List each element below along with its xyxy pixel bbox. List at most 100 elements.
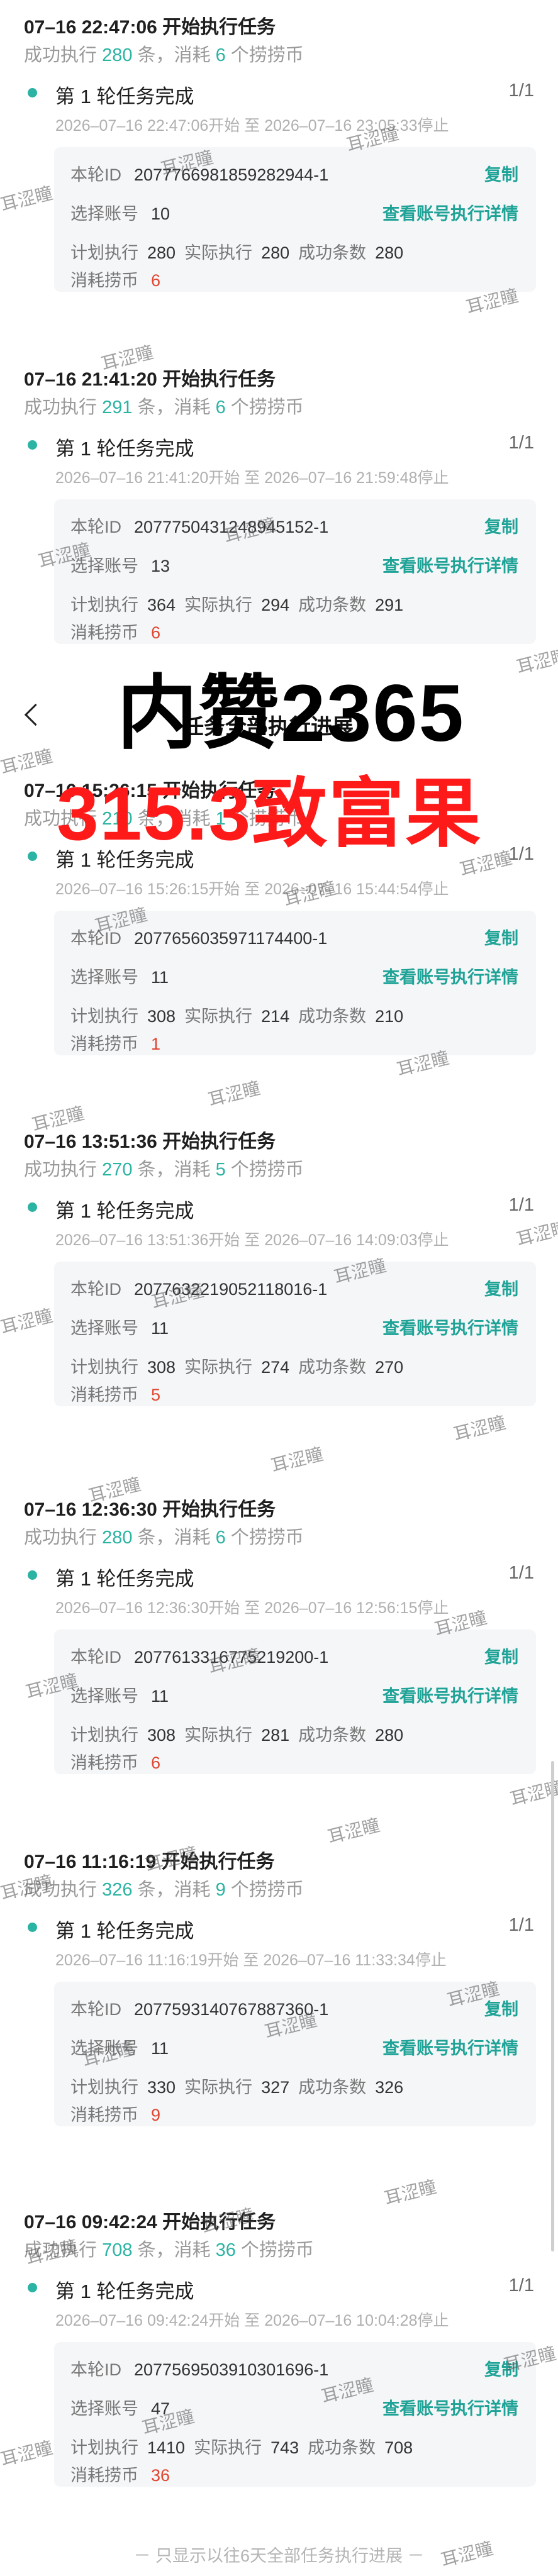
round-id-label: 本轮ID	[70, 2000, 121, 2019]
cost-value: 6	[151, 623, 161, 642]
planned-label: 计划执行	[70, 596, 138, 614]
accounts-label: 选择账号	[70, 1319, 138, 1338]
cost-label: 消耗捞币	[70, 2466, 138, 2485]
actual-label: 实际执行	[184, 1007, 253, 1026]
round-time: 2026–07–16 21:41:20开始 至 2026–07–16 21:59…	[55, 469, 449, 487]
accounts-label: 选择账号	[70, 204, 138, 223]
cost-value: 6	[151, 1753, 161, 1772]
round-time: 2026–07–16 15:26:15开始 至 2026–07–16 15:44…	[55, 880, 449, 898]
success-value: 280	[375, 1726, 404, 1745]
view-account-detail-button[interactable]: 查看账号执行详情	[382, 552, 518, 577]
task-summary: 成功执行 280 条，消耗 6 个捞捞币	[24, 45, 304, 65]
round-id-label: 本轮ID	[70, 518, 121, 536]
view-account-detail-button[interactable]: 查看账号执行详情	[382, 200, 518, 225]
planned-value: 308	[147, 1007, 176, 1026]
watermark: 耳涩瞳	[382, 2177, 438, 2209]
cost-value: 9	[151, 2106, 161, 2124]
round-count: 1/1	[508, 2275, 534, 2296]
round-time: 2026–07–16 13:51:36开始 至 2026–07–16 14:09…	[55, 1231, 449, 1249]
list-footer-note: － 只显示以往6天全部任务执行进展 －	[133, 2546, 425, 2565]
watermark: 耳涩瞳	[0, 2438, 55, 2470]
copy-button[interactable]: 复制	[484, 161, 518, 186]
round-title: 第 1 轮任务完成	[55, 1920, 194, 1942]
round-card: 本轮ID 2077766981859282944-1 复制 选择账号 10 查看账号…	[54, 147, 536, 292]
actual-value: 214	[261, 1007, 290, 1026]
round-title: 第 1 轮任务完成	[55, 1200, 194, 1222]
task-summary: 成功执行 270 条，消耗 5 个捞捞币	[24, 1160, 304, 1180]
view-account-detail-button[interactable]: 查看账号执行详情	[382, 2035, 518, 2059]
round-card: 本轮ID 2077656035971174400-1 复制 选择账号 11 查看账号…	[54, 911, 536, 1055]
accounts-value: 11	[151, 1687, 169, 1706]
planned-label: 计划执行	[70, 1726, 138, 1745]
success-label: 成功条数	[298, 2078, 367, 2097]
success-value: 708	[384, 2438, 413, 2457]
view-account-detail-button[interactable]: 查看账号执行详情	[382, 1682, 518, 1707]
round-time: 2026–07–16 11:16:19开始 至 2026–07–16 11:33…	[55, 1951, 447, 1969]
copy-button[interactable]: 复制	[484, 1643, 518, 1668]
back-chevron-icon[interactable]	[24, 703, 47, 726]
success-label: 成功条数	[298, 243, 367, 262]
planned-label: 计划执行	[70, 2438, 138, 2457]
copy-button[interactable]: 复制	[484, 513, 518, 538]
success-label: 成功条数	[298, 1007, 367, 1026]
planned-value: 308	[147, 1358, 176, 1377]
task-header: 07–16 21:41:20 开始执行任务	[24, 369, 276, 390]
round-count: 1/1	[508, 1563, 534, 1583]
task-header: 07–16 22:47:06 开始执行任务	[24, 17, 276, 38]
watermark: 耳涩瞳	[206, 1078, 262, 1110]
planned-value: 330	[147, 2078, 176, 2097]
actual-label: 实际执行	[184, 596, 253, 614]
round-title: 第 1 轮任务完成	[55, 438, 194, 460]
round-card: 本轮ID 2077613316775219200-1 复制 选择账号 11 查看账号…	[54, 1629, 536, 1774]
round-count: 1/1	[508, 1915, 534, 1935]
success-value: 210	[375, 1007, 404, 1026]
round-id-label: 本轮ID	[70, 165, 121, 184]
actual-value: 274	[261, 1358, 290, 1377]
success-value: 326	[375, 2078, 404, 2097]
round-time: 2026–07–16 12:36:30开始 至 2026–07–16 12:56…	[55, 1599, 449, 1617]
watermark: 耳涩瞳	[514, 645, 558, 677]
cost-label: 消耗捞币	[70, 1035, 138, 1053]
cost-label: 消耗捞币	[70, 2106, 138, 2124]
round-id-label: 本轮ID	[70, 1648, 121, 1667]
round-count: 1/1	[508, 433, 534, 453]
status-dot	[28, 1570, 37, 1580]
planned-label: 计划执行	[70, 2078, 138, 2097]
planned-value: 1410	[147, 2438, 186, 2457]
planned-value: 308	[147, 1726, 176, 1745]
copy-button[interactable]: 复制	[484, 1275, 518, 1300]
view-account-detail-button[interactable]: 查看账号执行详情	[382, 963, 518, 988]
task-summary: 成功执行 326 条，消耗 9 个捞捞币	[24, 1880, 304, 1900]
success-label: 成功条数	[298, 596, 367, 614]
success-value: 280	[375, 243, 404, 262]
view-account-detail-button[interactable]: 查看账号执行详情	[382, 1314, 518, 1339]
actual-value: 281	[261, 1726, 290, 1745]
accounts-value: 13	[151, 557, 170, 575]
success-label: 成功条数	[298, 1358, 367, 1377]
planned-label: 计划执行	[70, 1007, 138, 1026]
round-count: 1/1	[508, 1195, 534, 1215]
overlay-promo-red-text: 315.3致富果	[57, 772, 483, 856]
status-dot	[28, 852, 37, 861]
round-card: 本轮ID 2077750431248945152-1 复制 选择账号 13 查看账号…	[54, 499, 536, 644]
actual-label: 实际执行	[184, 2078, 253, 2097]
task-summary: 成功执行 291 条，消耗 6 个捞捞币	[24, 397, 304, 418]
accounts-value: 11	[151, 1319, 169, 1338]
round-title: 第 1 轮任务完成	[55, 86, 194, 108]
watermark: 耳涩瞳	[0, 746, 55, 778]
round-title: 第 1 轮任务完成	[55, 1568, 194, 1590]
round-card: 本轮ID 2077569503910301696-1 复制 选择账号 47 查看账号…	[54, 2342, 536, 2487]
view-account-detail-button[interactable]: 查看账号执行详情	[382, 2395, 518, 2419]
status-dot	[28, 440, 37, 450]
round-time: 2026–07–16 09:42:24开始 至 2026–07–16 10:04…	[55, 2312, 449, 2329]
accounts-label: 选择账号	[70, 1687, 138, 1706]
status-dot	[28, 88, 37, 97]
accounts-value: 10	[151, 204, 170, 223]
round-card: 本轮ID 2077632219052118016-1 复制 选择账号 11 查看账号…	[54, 1262, 536, 1406]
actual-label: 实际执行	[184, 1726, 253, 1745]
scrollbar[interactable]	[551, 1761, 554, 2251]
copy-button[interactable]: 复制	[484, 924, 518, 949]
planned-label: 计划执行	[70, 243, 138, 262]
round-id-value: 2077656035971174400-1	[134, 929, 328, 948]
watermark: 耳涩瞳	[325, 1815, 382, 1847]
